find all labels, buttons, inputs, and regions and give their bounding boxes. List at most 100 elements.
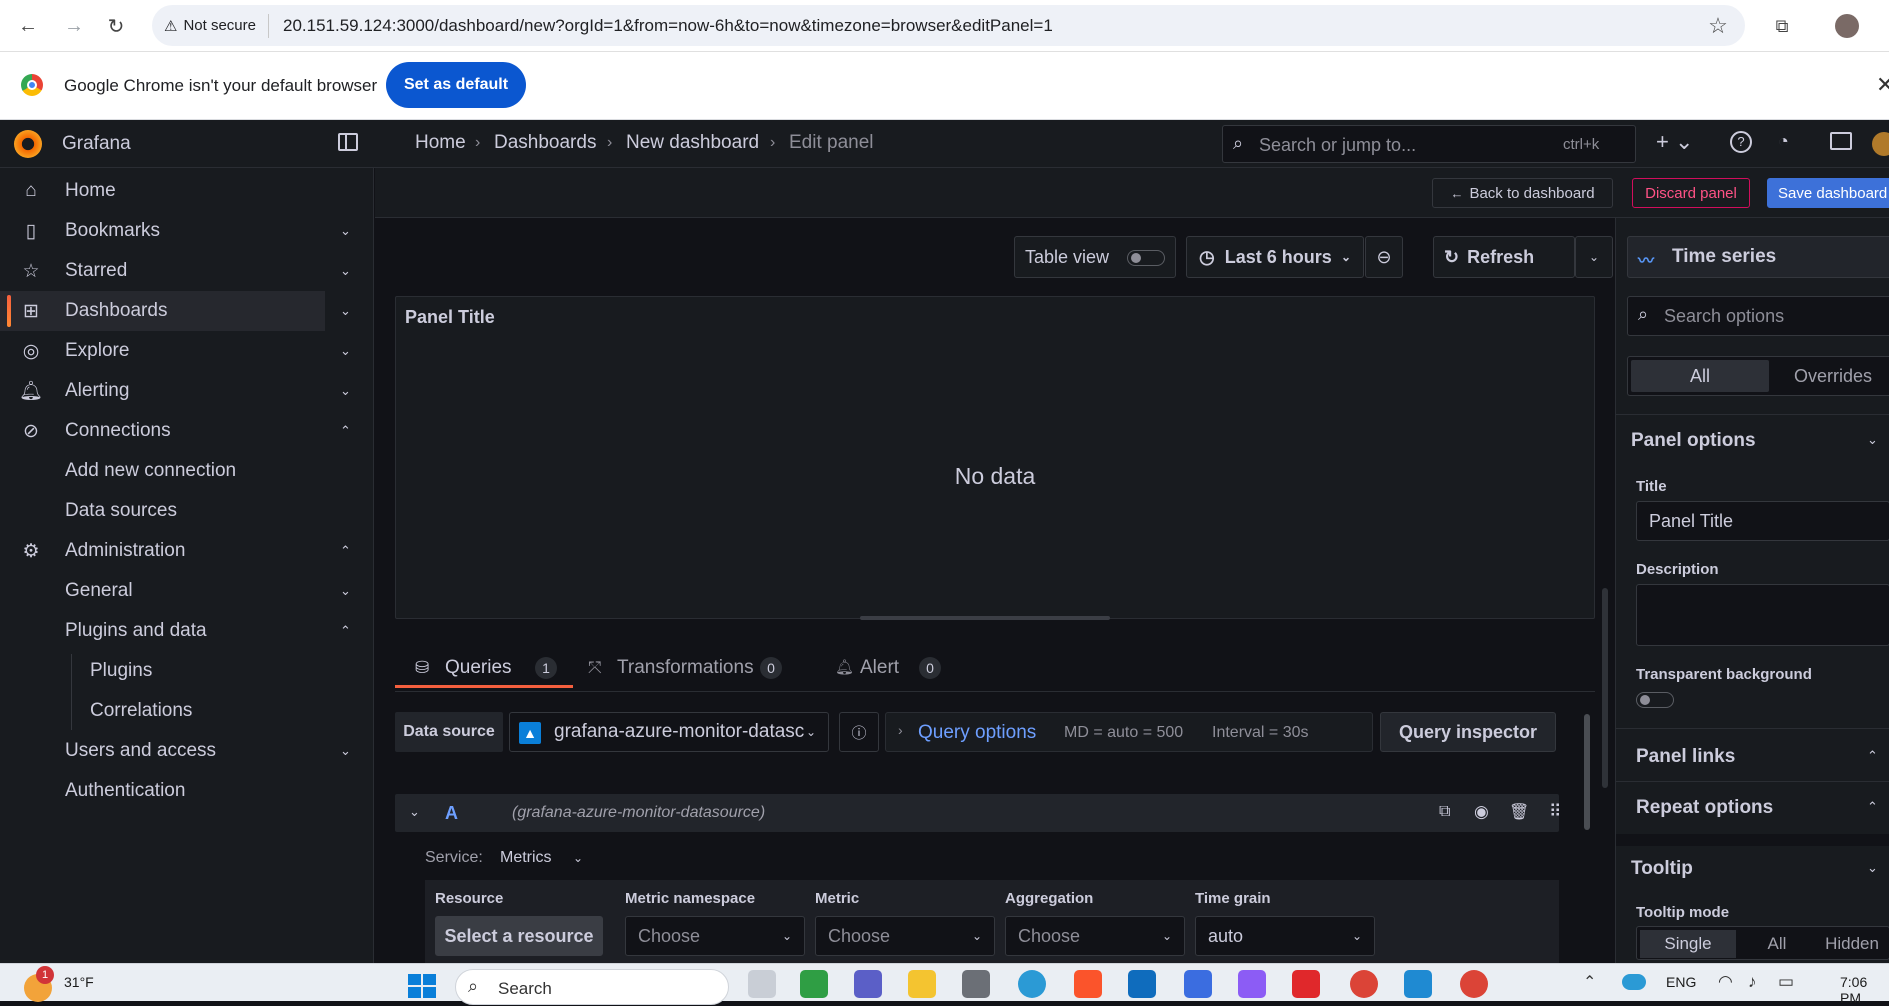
breadcrumb-dashboards[interactable]: Dashboards bbox=[494, 132, 596, 154]
chevron-down-icon[interactable]: ⌄ bbox=[340, 223, 351, 239]
clock-time[interactable]: 7:06 PM bbox=[1840, 974, 1889, 1006]
help-icon[interactable]: ⓘ bbox=[839, 712, 879, 752]
metric-namespace-select[interactable]: Choose ⌄ bbox=[625, 916, 805, 956]
sidebar-item-administration[interactable]: ⚙ Administration ⌃ bbox=[0, 531, 374, 571]
panel-options-header[interactable]: Panel options bbox=[1631, 430, 1756, 452]
chevron-up-icon[interactable]: ⌃ bbox=[340, 423, 351, 439]
sidebar-item-explore[interactable]: ◎ Explore ⌄ bbox=[0, 331, 374, 371]
close-icon[interactable]: ✕ bbox=[1876, 72, 1889, 98]
breadcrumb-new-dashboard[interactable]: New dashboard bbox=[626, 132, 759, 154]
bookmark-star-icon[interactable]: ☆ bbox=[1702, 10, 1734, 42]
chevron-down-icon[interactable]: ⌄ bbox=[1867, 432, 1878, 448]
back-arrow-icon[interactable]: ← bbox=[12, 10, 44, 42]
sidebar-item-alerting[interactable]: 🔔︎ Alerting ⌄ bbox=[0, 371, 374, 411]
sidebar-item-data-sources[interactable]: Data sources bbox=[0, 491, 374, 531]
chevron-down-icon[interactable]: ⌄ bbox=[340, 383, 351, 399]
chevron-up-icon[interactable]: ⌃ bbox=[1583, 972, 1596, 992]
trash-icon[interactable]: 🗑︎ bbox=[1509, 802, 1529, 822]
app-icon[interactable] bbox=[962, 970, 990, 998]
file-explorer-icon[interactable] bbox=[908, 970, 936, 998]
discard-panel-button[interactable]: Discard panel bbox=[1632, 178, 1750, 208]
breadcrumb-home[interactable]: Home bbox=[415, 132, 466, 154]
chevron-down-icon[interactable]: ⌄ bbox=[340, 743, 351, 759]
news-rss-icon[interactable]: ◔ bbox=[1778, 131, 1789, 152]
sidebar-item-correlations[interactable]: Correlations bbox=[0, 691, 374, 731]
tab-queries[interactable]: ⛁ Queries 1 bbox=[395, 648, 573, 688]
eye-icon[interactable]: ◉ bbox=[1474, 802, 1489, 822]
tab-alert[interactable]: 🔔︎ Alert 0 bbox=[835, 648, 955, 688]
sidebar-item-connections[interactable]: ⊘ Connections ⌃ bbox=[0, 411, 374, 451]
brave-icon[interactable] bbox=[1074, 970, 1102, 998]
query-ref-id[interactable]: A bbox=[445, 803, 458, 824]
search-input[interactable]: ⌕ Search or jump to... ctrl+k bbox=[1222, 125, 1636, 163]
sidebar-item-dashboards[interactable]: ⊞ Dashboards ⌄ bbox=[0, 291, 351, 331]
chevron-down-icon[interactable]: ⌄ bbox=[340, 263, 351, 279]
chevron-up-icon[interactable]: ⌃ bbox=[1867, 799, 1878, 815]
chevron-up-icon[interactable]: ⌃ bbox=[340, 543, 351, 559]
query-options-bar[interactable]: › Query options MD = auto = 500 Interval… bbox=[885, 712, 1373, 752]
drag-handle-icon[interactable]: ⠿ bbox=[1549, 802, 1561, 822]
toggle-switch[interactable] bbox=[1127, 250, 1165, 266]
teams-icon[interactable] bbox=[854, 970, 882, 998]
service-select[interactable]: Metrics bbox=[500, 849, 552, 867]
grafana-logo-icon[interactable] bbox=[14, 130, 42, 158]
address-bar[interactable]: ⚠ Not secure 20.151.59.124:3000/dashboar… bbox=[152, 5, 1745, 46]
refresh-interval-dropdown[interactable]: ⌄ bbox=[1575, 236, 1613, 278]
sidebar-item-general[interactable]: General ⌄ bbox=[0, 571, 374, 611]
acrobat-icon[interactable] bbox=[1292, 970, 1320, 998]
resize-splitter-handle[interactable] bbox=[860, 616, 1110, 620]
extensions-icon[interactable]: ⧉ bbox=[1766, 10, 1798, 42]
tooltip-mode-all[interactable]: All bbox=[1747, 930, 1807, 958]
sidebar-item-plugins-and-data[interactable]: Plugins and data ⌃ bbox=[0, 611, 374, 651]
search-options-input[interactable]: ⌕ Search options bbox=[1627, 296, 1889, 336]
chevron-down-icon[interactable]: ⌄ bbox=[340, 343, 351, 359]
wifi-icon[interactable]: ◠ bbox=[1718, 972, 1733, 992]
tab-transformations[interactable]: ⤧ Transformations 0 bbox=[585, 648, 785, 688]
panel-links-header[interactable]: Panel links bbox=[1636, 746, 1735, 768]
taskbar-search[interactable]: ⌕ Search bbox=[455, 969, 729, 1005]
repeat-options-header[interactable]: Repeat options bbox=[1636, 797, 1773, 819]
app-icon[interactable] bbox=[1184, 970, 1212, 998]
visualization-picker[interactable]: 〰 Time series bbox=[1627, 236, 1889, 278]
chevron-down-icon[interactable]: ⌄ bbox=[573, 851, 583, 865]
panel-title[interactable]: Panel Title bbox=[405, 307, 495, 328]
sidebar-item-authentication[interactable]: Authentication bbox=[0, 771, 374, 811]
sidebar-item-users-and-access[interactable]: Users and access ⌄ bbox=[0, 731, 374, 771]
pane-resize-handle[interactable] bbox=[1602, 588, 1608, 788]
windows-start-icon[interactable] bbox=[408, 974, 436, 998]
vscode-icon[interactable] bbox=[1404, 970, 1432, 998]
battery-icon[interactable]: ▭ bbox=[1778, 972, 1794, 992]
task-view-icon[interactable] bbox=[748, 970, 776, 998]
transparent-background-toggle[interactable] bbox=[1636, 692, 1674, 708]
profile-avatar[interactable] bbox=[1835, 14, 1859, 38]
forward-arrow-icon[interactable]: → bbox=[58, 10, 90, 42]
metric-select[interactable]: Choose ⌄ bbox=[815, 916, 995, 956]
chrome-icon[interactable] bbox=[1350, 970, 1378, 998]
edge-icon[interactable] bbox=[1018, 970, 1046, 998]
time-grain-select[interactable]: auto ⌄ bbox=[1195, 916, 1375, 956]
kiosk-mode-icon[interactable] bbox=[1830, 132, 1852, 150]
language-indicator[interactable]: ENG bbox=[1666, 974, 1696, 990]
tooltip-mode-single[interactable]: Single bbox=[1640, 930, 1736, 958]
sidebar-item-home[interactable]: ⌂ Home bbox=[0, 171, 374, 211]
table-view-toggle[interactable]: Table view bbox=[1014, 236, 1176, 278]
query-inspector-button[interactable]: Query inspector bbox=[1380, 712, 1556, 752]
data-source-picker[interactable]: ▲ grafana-azure-monitor-datasc ⌄ bbox=[509, 712, 829, 752]
save-dashboard-button[interactable]: Save dashboard bbox=[1767, 178, 1889, 208]
chevron-down-icon[interactable]: ⌄ bbox=[1867, 860, 1878, 876]
refresh-button[interactable]: ↻ Refresh bbox=[1433, 236, 1575, 278]
chevron-up-icon[interactable]: ⌃ bbox=[1867, 748, 1878, 764]
user-avatar[interactable] bbox=[1872, 132, 1889, 156]
tooltip-header[interactable]: Tooltip bbox=[1631, 858, 1693, 880]
set-default-button[interactable]: Set as default bbox=[386, 62, 526, 108]
security-chip[interactable]: ⚠ Not secure bbox=[164, 13, 269, 38]
tooltip-mode-hidden[interactable]: Hidden bbox=[1817, 930, 1887, 958]
time-range-picker[interactable]: ◷ Last 6 hours ⌄ bbox=[1186, 236, 1364, 278]
dock-menu-icon[interactable] bbox=[338, 133, 358, 151]
volume-icon[interactable]: ♪ bbox=[1748, 972, 1757, 992]
sidebar-item-plugins[interactable]: Plugins bbox=[0, 651, 374, 691]
copilot-icon[interactable] bbox=[1238, 970, 1266, 998]
sidebar-item-starred[interactable]: ☆ Starred ⌄ bbox=[0, 251, 374, 291]
tab-all[interactable]: All bbox=[1631, 360, 1769, 392]
chrome-icon[interactable] bbox=[1460, 970, 1488, 998]
